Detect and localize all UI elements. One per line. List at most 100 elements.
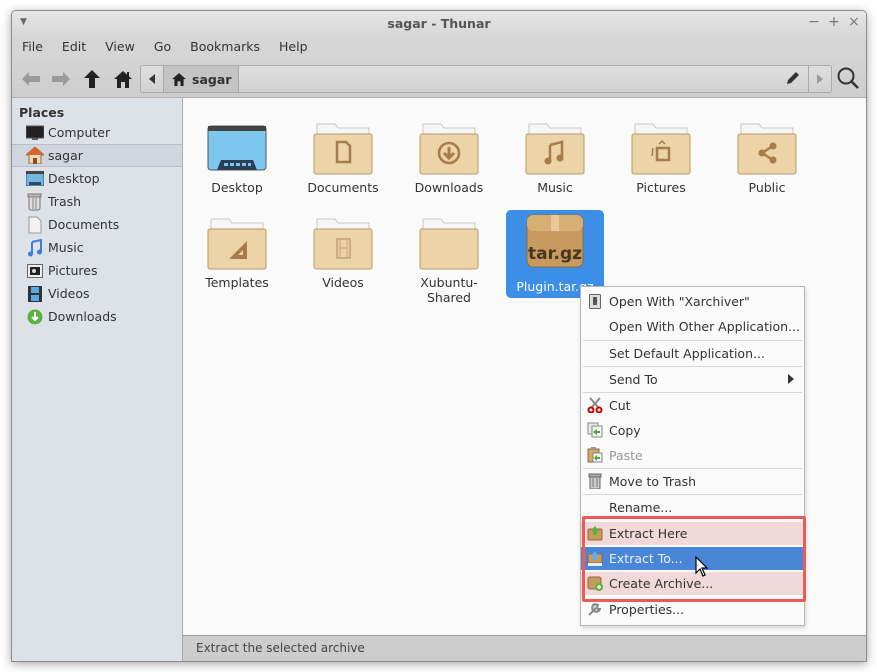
menu-item-copy[interactable]: Copy (581, 419, 804, 442)
videos-icon (26, 285, 44, 303)
menu-separator (583, 392, 802, 393)
file-item-documents[interactable]: Documents (294, 111, 392, 199)
path-bar: sagar (140, 65, 832, 93)
menu-view[interactable]: View (105, 37, 135, 59)
file-label: Xubuntu-Shared (420, 275, 478, 305)
edit-location-button[interactable] (785, 70, 801, 89)
minimize-button[interactable]: − (808, 14, 820, 30)
sidebar-item-downloads[interactable]: Downloads (12, 305, 182, 328)
path-scroll-left-button[interactable] (141, 66, 164, 92)
sidebar-item-label: Computer (48, 125, 111, 140)
sidebar-item-label: sagar (48, 148, 83, 163)
file-item-xubuntu-shared[interactable]: Xubuntu-Shared (400, 206, 498, 305)
menu-item-extract-here[interactable]: Extract Here (581, 522, 804, 545)
menu-item-set-default-application[interactable]: Set Default Application... (581, 342, 804, 365)
file-item-downloads[interactable]: Downloads (400, 111, 498, 199)
file-item-public[interactable]: Public (718, 111, 816, 199)
documents-folder-icon (313, 123, 373, 175)
menu-edit[interactable]: Edit (62, 37, 86, 59)
file-label: Pictures (636, 180, 686, 195)
path-crumb-home[interactable]: sagar (164, 66, 239, 92)
file-label: Music (537, 180, 573, 195)
paste-icon (587, 447, 603, 463)
sidebar-item-documents[interactable]: Documents (12, 213, 182, 236)
context-menu: Open With "Xarchiver" Open With Other Ap… (580, 286, 805, 626)
menu-help[interactable]: Help (279, 37, 308, 59)
places-heading: Places (19, 105, 65, 120)
music-icon (26, 238, 44, 257)
trash-icon (26, 193, 44, 211)
menu-file[interactable]: File (22, 37, 43, 59)
xarchiver-icon (587, 293, 603, 309)
forward-button[interactable] (50, 68, 72, 90)
up-button[interactable] (81, 68, 103, 90)
sidebar-item-sagar[interactable]: sagar (12, 144, 182, 167)
maximize-button[interactable]: + (828, 14, 840, 30)
pictures-folder-icon (631, 123, 691, 175)
window-title: sagar - Thunar (387, 16, 491, 31)
menu-item-send-to[interactable]: Send To (581, 368, 804, 391)
chevron-left-icon (149, 74, 155, 84)
file-label: Documents (307, 180, 379, 195)
path-scroll-right-button[interactable] (808, 66, 831, 92)
status-bar: Extract the selected archive (183, 635, 866, 661)
search-button[interactable] (836, 66, 860, 93)
pencil-icon (787, 72, 799, 84)
document-icon (26, 216, 44, 234)
menu-item-properties[interactable]: Properties... (581, 598, 804, 621)
menu-bookmarks[interactable]: Bookmarks (190, 37, 260, 59)
menu-item-cut[interactable]: Cut (581, 394, 804, 417)
menu-item-open-with-other[interactable]: Open With Other Application... (581, 315, 804, 338)
menu-item-rename[interactable]: Rename... (581, 496, 804, 519)
file-label: Videos (322, 275, 364, 290)
title-bar[interactable]: ▼ sagar - Thunar − + × (12, 11, 866, 37)
file-item-music[interactable]: Music (506, 111, 604, 199)
sidebar-item-videos[interactable]: Videos (12, 282, 182, 305)
sidebar-item-label: Desktop (48, 171, 100, 186)
sidebar-item-label: Trash (48, 194, 82, 209)
archive-badge: tar.gz (528, 244, 582, 264)
home-icon (26, 147, 44, 165)
search-icon (837, 67, 859, 89)
menu-separator (583, 366, 802, 367)
sidebar-item-computer[interactable]: Computer (12, 121, 182, 144)
sidebar-item-trash[interactable]: Trash (12, 190, 182, 213)
sidebar-item-label: Videos (48, 286, 90, 301)
file-item-plugin-tar-gz[interactable]: tar.gz Plugin.tar.gz (506, 210, 604, 298)
menu-separator (583, 340, 802, 341)
file-item-desktop[interactable]: Desktop (188, 111, 286, 199)
mouse-cursor-icon (695, 556, 709, 577)
archive-icon: tar.gz (526, 214, 584, 268)
file-label: Templates (205, 275, 269, 290)
close-button[interactable]: × (848, 14, 860, 30)
sidebar-item-pictures[interactable]: Pictures (12, 259, 182, 282)
file-item-templates[interactable]: Templates (188, 206, 286, 294)
downloads-folder-icon (419, 123, 479, 175)
menu-item-paste[interactable]: Paste (581, 444, 804, 467)
file-label: Downloads (414, 180, 484, 195)
menu-item-move-to-trash[interactable]: Move to Trash (581, 470, 804, 493)
menu-item-open-with-xarchiver[interactable]: Open With "Xarchiver" (581, 290, 804, 313)
scissors-icon (587, 397, 603, 413)
places-sidebar: Places Computer sagar Desktop Trash Docu… (12, 98, 183, 661)
menu-go[interactable]: Go (154, 37, 171, 59)
computer-icon (26, 124, 44, 142)
sidebar-item-music[interactable]: Music (12, 236, 182, 259)
sidebar-item-label: Pictures (48, 263, 98, 278)
properties-icon (587, 601, 603, 617)
videos-folder-icon (313, 218, 373, 270)
menu-item-extract-to[interactable]: Extract To... (581, 547, 804, 570)
sidebar-item-label: Music (48, 240, 84, 255)
downloads-icon (26, 308, 44, 326)
menu-bar: File Edit View Go Bookmarks Help (12, 37, 866, 59)
sidebar-item-desktop[interactable]: Desktop (12, 167, 182, 190)
home-button[interactable] (112, 68, 134, 90)
file-item-videos[interactable]: Videos (294, 206, 392, 294)
menu-item-create-archive[interactable]: Create Archive... (581, 572, 804, 595)
sidebar-item-label: Downloads (48, 309, 117, 324)
back-button[interactable] (20, 68, 42, 90)
home-icon (114, 70, 132, 88)
file-item-pictures[interactable]: Pictures (612, 111, 710, 199)
toolbar: sagar (12, 59, 866, 98)
templates-folder-icon (207, 218, 267, 270)
